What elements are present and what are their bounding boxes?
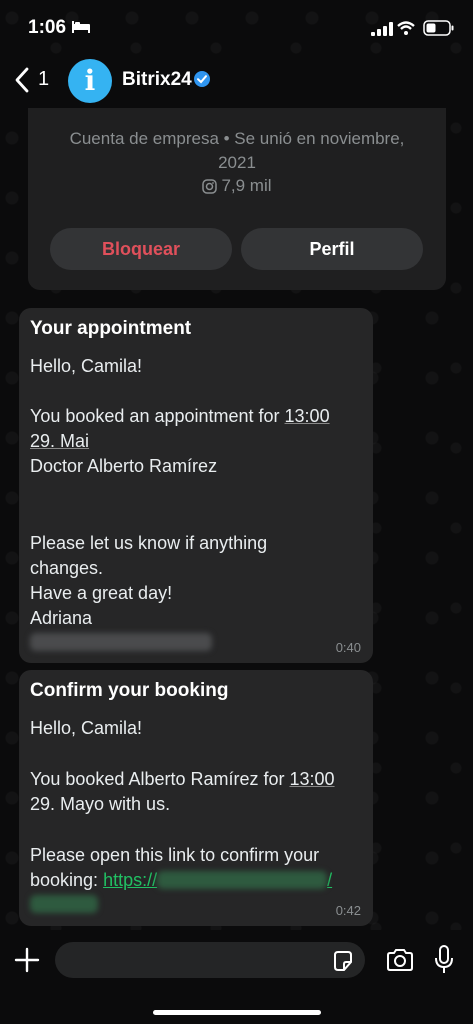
message-line: You booked an appointment for 13:00 (30, 406, 330, 427)
message-time: 0:40 (335, 640, 361, 655)
message-text: You booked an appointment for (30, 406, 285, 426)
message-line: Have a great day! (30, 583, 173, 603)
battery-icon (423, 20, 454, 36)
message-greeting: Hello, Camila! (30, 718, 143, 738)
time-link[interactable]: 13:00 (285, 406, 330, 426)
redacted-link (30, 894, 98, 915)
message-time: 0:42 (335, 903, 361, 918)
message-text: with us. (104, 794, 171, 814)
message-title: Confirm your booking (30, 680, 229, 701)
back-unread-count[interactable]: 1 (38, 68, 49, 91)
verified-badge-icon (194, 71, 210, 87)
message-text: 29. Mayo (30, 794, 105, 814)
status-bar: 1:06 (0, 0, 473, 54)
camera-icon[interactable] (386, 948, 414, 972)
message-bubble[interactable]: Your appointment Hello, Camila! You book… (19, 308, 373, 663)
message-bubble[interactable]: Confirm your booking Hello, Camila! You … (19, 670, 373, 926)
message-input[interactable] (55, 942, 365, 978)
followers-row: 7,9 mil (28, 176, 446, 196)
message-text: You booked Alberto Ramírez for (30, 769, 290, 789)
message-line: Adriana (30, 608, 93, 628)
message-line: Doctor Alberto Ramírez (30, 456, 218, 476)
followers-count: 7,9 mil (221, 176, 272, 195)
message-title: Your appointment (30, 318, 192, 339)
message-line: booking: https:// / (30, 870, 332, 891)
message-line: Please open this link to confirm your (30, 845, 320, 865)
message-line: 29. Mayo with us. (30, 794, 170, 815)
date-link[interactable]: 29. Mai (30, 431, 89, 451)
confirm-link[interactable]: https:// / (103, 870, 332, 890)
message-line: 29. Mai (30, 431, 89, 452)
instagram-icon (202, 179, 218, 194)
plus-icon[interactable] (14, 947, 40, 973)
account-info-line1: Cuenta de empresa • Se unió en noviembre… (69, 129, 405, 148)
chat-header: 1 i Bitrix24 (0, 54, 473, 108)
profile-button[interactable]: Perfil (241, 228, 423, 270)
back-chevron-icon[interactable] (12, 66, 32, 94)
link-text[interactable]: / (327, 870, 332, 890)
business-info-card: Cuenta de empresa • Se unió en noviembre… (28, 108, 446, 290)
block-button[interactable]: Bloquear (50, 228, 232, 270)
mic-icon[interactable] (434, 945, 454, 975)
wifi-icon (397, 21, 415, 35)
message-line: changes. (30, 558, 104, 578)
message-greeting: Hello, Camila! (30, 356, 143, 376)
message-line: You booked Alberto Ramírez for 13:00 (30, 769, 335, 790)
avatar[interactable]: i (68, 59, 112, 103)
account-info-line2: 2021 (218, 153, 256, 172)
message-line: Please let us know if anything (30, 533, 268, 553)
link-text[interactable]: https:// (103, 870, 157, 890)
redacted-text (30, 632, 212, 653)
home-indicator (153, 1010, 321, 1015)
signal-icon (371, 22, 393, 36)
status-time: 1:06 (28, 17, 67, 38)
message-text: booking: (30, 870, 104, 890)
sticker-icon[interactable] (332, 950, 354, 972)
contact-name[interactable]: Bitrix24 (122, 69, 192, 91)
bed-icon (72, 21, 90, 33)
time-link[interactable]: 13:00 (290, 769, 335, 789)
